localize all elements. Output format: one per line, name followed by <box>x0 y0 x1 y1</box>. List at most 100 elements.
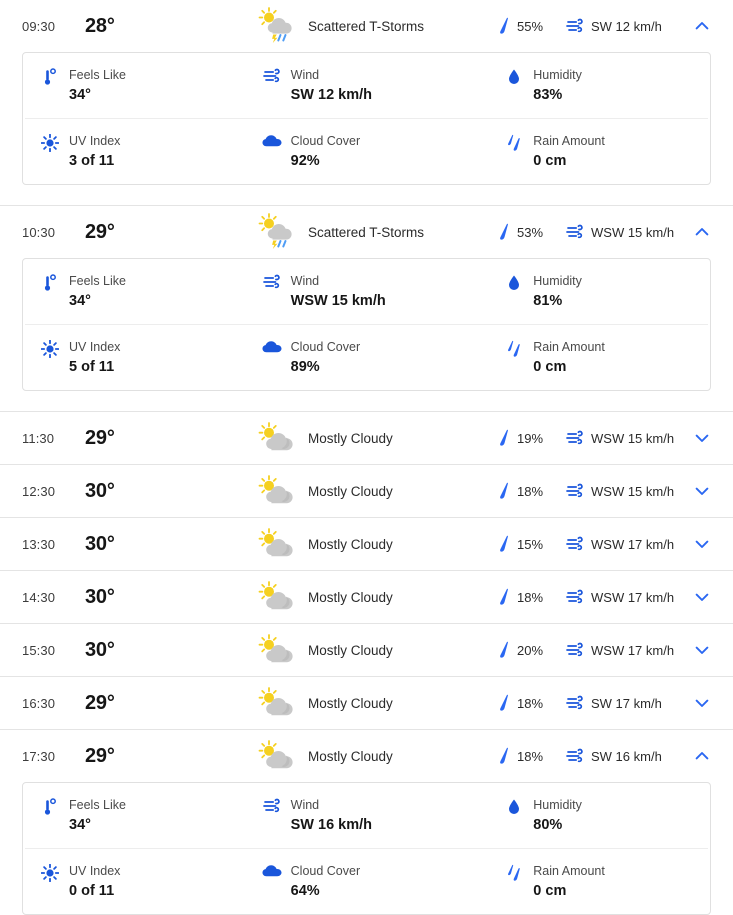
partly-cloudy-icon <box>258 740 298 772</box>
chevron-down-icon <box>694 536 710 552</box>
thermometer-icon <box>44 274 56 291</box>
partly-cloudy-icon <box>258 422 293 451</box>
details-grid: Feels Like 34° Wind WSW 15 km/h Humidity 81… <box>25 259 708 390</box>
condition-label: Mostly Cloudy <box>308 589 393 605</box>
chevron-up-icon <box>694 224 710 240</box>
hour-time: 09:30 <box>22 18 56 34</box>
wind-value: WSW 15 km/h <box>591 224 675 240</box>
cloud-cover-icon <box>262 341 282 353</box>
details-grid: Feels Like 34° Wind SW 16 km/h Humidity 80% <box>25 783 708 914</box>
expand-toggle-button[interactable] <box>690 532 714 556</box>
expand-toggle-button[interactable] <box>690 585 714 609</box>
detail-feels-like-value: 34° <box>69 817 91 833</box>
chevron-up-icon <box>695 22 709 30</box>
hour-row[interactable]: 14:30 30° Mostly Cloudy 18% WSW 17 km/h <box>0 571 733 623</box>
detail-wind: Wind SW 12 km/h <box>253 53 481 118</box>
thermometer-icon <box>40 797 60 816</box>
detail-cloud-cover-label: Cloud Cover <box>290 340 361 354</box>
wind-summary: WSW 17 km/h <box>566 536 674 552</box>
hourly-forecast-list: 09:30 28° Scattered T-Storms 55% SW 12 k… <box>0 0 733 915</box>
uv-index-icon <box>41 134 59 152</box>
cloud-cover-icon <box>262 133 282 148</box>
wind-icon <box>566 642 584 658</box>
detail-rain-amount-value: 0 cm <box>533 359 567 375</box>
precipitation-value: 20% <box>517 642 544 658</box>
detail-uv-index: UV Index 0 of 11 <box>25 849 253 914</box>
chevron-down-icon <box>694 589 710 605</box>
detail-humidity-label: Humidity <box>533 274 582 288</box>
hour-condition: Mostly Cloudy <box>258 740 393 772</box>
hour-condition: Mostly Cloudy <box>258 475 393 507</box>
detail-humidity: Humidity 81% <box>480 259 708 324</box>
condition-label: Mostly Cloudy <box>308 430 393 446</box>
partly-cloudy-icon <box>258 475 293 504</box>
wind-value: SW 17 km/h <box>591 695 662 711</box>
hour-row[interactable]: 16:30 29° Mostly Cloudy 18% SW 17 km/h <box>0 677 733 729</box>
wind-icon <box>566 483 584 499</box>
raindrop-icon <box>497 694 511 712</box>
hour-time: 14:30 <box>22 589 56 605</box>
raindrop-icon <box>500 588 508 605</box>
details-grid: Feels Like 34° Wind SW 12 km/h Humidity 83% <box>25 53 708 184</box>
wind-summary: SW 12 km/h <box>566 18 662 34</box>
expand-toggle-button[interactable] <box>690 744 714 768</box>
raindrop-icon <box>500 17 508 34</box>
expand-toggle-button[interactable] <box>690 14 714 38</box>
hour-row[interactable]: 09:30 28° Scattered T-Storms 55% SW 12 k… <box>0 0 733 52</box>
uv-index-icon <box>41 864 59 882</box>
detail-uv-index-value: 0 of 11 <box>69 883 115 899</box>
wind-icon <box>566 483 583 498</box>
detail-cloud-cover-label: Cloud Cover <box>290 864 361 878</box>
partly-cloudy-icon <box>258 687 293 716</box>
hour-row[interactable]: 17:30 29° Mostly Cloudy 18% SW 16 km/h <box>0 730 733 782</box>
wind-icon <box>566 695 584 711</box>
expand-toggle-button[interactable] <box>690 220 714 244</box>
wind-icon <box>566 589 584 605</box>
partly-cloudy-icon <box>258 581 298 613</box>
hour-row[interactable]: 11:30 29° Mostly Cloudy 19% WSW 15 km/h <box>0 412 733 464</box>
expand-toggle-button[interactable] <box>690 691 714 715</box>
precipitation-chance: 55% <box>497 17 543 35</box>
hour-row[interactable]: 12:30 30° Mostly Cloudy 18% WSW 15 km/h <box>0 465 733 517</box>
detail-wind: Wind WSW 15 km/h <box>253 259 481 324</box>
raindrop-icon <box>497 223 511 241</box>
wind-summary: WSW 15 km/h <box>566 483 674 499</box>
partly-cloudy-icon <box>258 634 298 666</box>
condition-label: Scattered T-Storms <box>308 18 425 34</box>
detail-humidity-value: 83% <box>533 87 563 103</box>
humidity-icon <box>504 67 524 86</box>
expand-toggle-button[interactable] <box>690 426 714 450</box>
chevron-down-icon <box>694 483 710 499</box>
raindrop-icon <box>500 482 508 499</box>
chevron-down-icon <box>695 487 709 495</box>
wind-value: WSW 17 km/h <box>591 536 675 552</box>
hour-temperature: 30° <box>85 638 115 661</box>
detail-wind-value: WSW 15 km/h <box>290 293 386 309</box>
partly-cloudy-icon <box>258 687 298 719</box>
wind-icon <box>566 748 584 764</box>
wind-icon <box>566 536 584 552</box>
raindrop-icon <box>500 535 508 552</box>
precipitation-value: 19% <box>517 430 544 446</box>
expand-toggle-button[interactable] <box>690 479 714 503</box>
wind-summary: WSW 15 km/h <box>566 430 674 446</box>
wind-summary: WSW 17 km/h <box>566 642 674 658</box>
details-row-primary: Feels Like 34° Wind SW 12 km/h Humidity 83% <box>25 53 708 119</box>
partly-cloudy-icon <box>258 475 298 507</box>
rain-amount-icon <box>504 863 524 882</box>
hour-row[interactable]: 10:30 29° Scattered T-Storms 53% WSW 15 … <box>0 206 733 258</box>
wind-icon <box>262 67 282 84</box>
rain-amount-icon <box>508 864 521 881</box>
chevron-down-icon <box>694 430 710 446</box>
hour-row[interactable]: 15:30 30° Mostly Cloudy 20% WSW 17 km/h <box>0 624 733 676</box>
hour-temperature: 28° <box>85 14 115 37</box>
hour-temperature: 30° <box>85 585 115 608</box>
detail-wind-label: Wind <box>290 274 320 288</box>
hour-block: 10:30 29° Scattered T-Storms 53% WSW 15 … <box>0 206 733 391</box>
condition-label: Mostly Cloudy <box>308 536 393 552</box>
hour-row[interactable]: 13:30 30° Mostly Cloudy 15% WSW 17 km/h <box>0 518 733 570</box>
thunderstorm-icon <box>258 213 292 249</box>
hour-block: 15:30 30° Mostly Cloudy 20% WSW 17 km/h <box>0 624 733 676</box>
expand-toggle-button[interactable] <box>690 638 714 662</box>
wind-summary: WSW 17 km/h <box>566 589 674 605</box>
